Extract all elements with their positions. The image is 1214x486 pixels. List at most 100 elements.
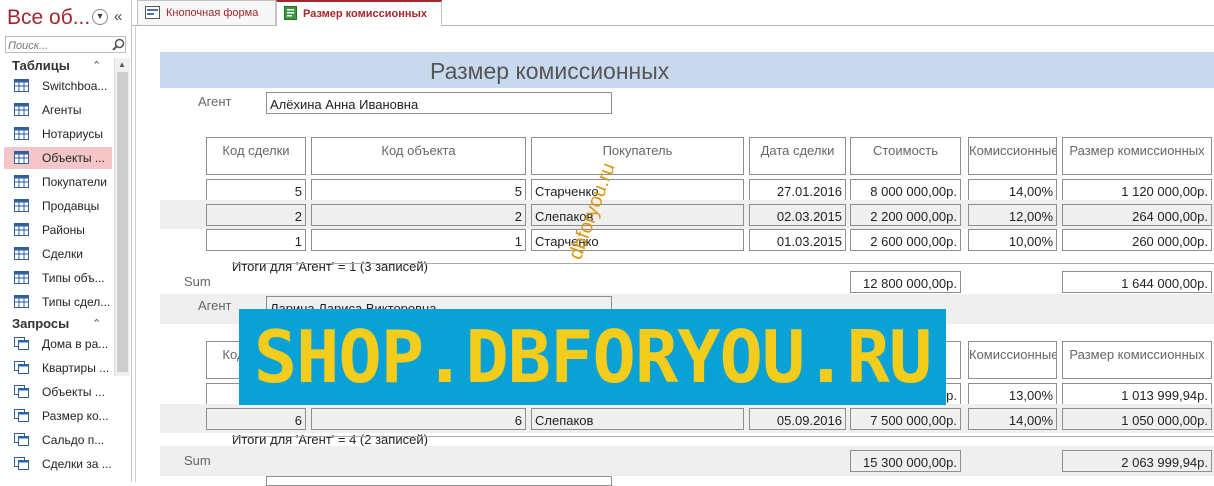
table-cell: Слепаков: [531, 408, 744, 430]
table-cell: 6: [311, 408, 526, 430]
search-input[interactable]: [6, 38, 108, 54]
document-tab-bar: Кнопочная форма Размер комиссионных: [132, 0, 1214, 26]
nav-item-label: Покупатели: [42, 175, 107, 189]
nav-item-label: Квартиры ...: [42, 361, 110, 375]
tab-switchboard-form[interactable]: Кнопочная форма: [137, 0, 276, 25]
nav-item[interactable]: Объекты ...: [4, 381, 112, 403]
nav-item[interactable]: Районы: [4, 219, 112, 241]
search-icon[interactable]: [112, 38, 125, 51]
table-icon: [14, 223, 29, 236]
sum-label: Sum: [184, 453, 211, 468]
nav-item[interactable]: Сальдо п...: [4, 429, 112, 451]
table-icon: [14, 175, 29, 188]
form-icon: [145, 6, 160, 19]
document-frame-edge: [135, 25, 136, 482]
nav-scrollbar[interactable]: ▲: [114, 58, 130, 376]
sum-band: [160, 446, 1214, 476]
nav-item[interactable]: Размер ко...: [4, 405, 112, 427]
nav-item[interactable]: Объекты ...: [4, 147, 112, 169]
table-cell: 8 000 000,00р.: [850, 179, 961, 201]
nav-pane-title[interactable]: Все об...: [7, 6, 90, 30]
sum-commission-field: 2 063 999,94р.: [1062, 450, 1212, 472]
table-cell: 1 013 999,94р.: [1062, 383, 1212, 405]
nav-item[interactable]: Дома в ра...: [4, 333, 112, 355]
table-cell: 14,00%: [968, 179, 1057, 201]
nav-menu-dropdown-icon[interactable]: ▼: [92, 9, 108, 25]
nav-item-label: Объекты ...: [42, 385, 105, 399]
table-icon: [14, 127, 29, 140]
query-icon: [14, 337, 29, 350]
agent-name-field-partial: [266, 476, 612, 486]
table-cell: 2: [206, 204, 306, 226]
table-cell: 2 600 000,00р.: [850, 229, 961, 251]
nav-item[interactable]: Сделки: [4, 243, 112, 265]
nav-section-header[interactable]: Запросы: [12, 316, 69, 331]
table-cell: 1 120 000,00р.: [1062, 179, 1212, 201]
collapse-chevron-icon[interactable]: ⌃: [92, 59, 101, 72]
sum-label: Sum: [184, 274, 211, 289]
table-cell: 14,00%: [968, 408, 1057, 430]
table-cell: 1: [206, 229, 306, 251]
table-cell: 7 500 000,00р.: [850, 408, 961, 430]
nav-item[interactable]: Switchboa...: [4, 75, 112, 97]
nav-search-box: [5, 36, 126, 54]
table-cell: 260 000,00р.: [1062, 229, 1212, 251]
table-cell: Старченко: [531, 179, 744, 201]
sum-commission-field: 1 644 000,00р.: [1062, 271, 1212, 293]
nav-item-label: Дома в ра...: [42, 337, 109, 351]
nav-item-label: Размер ко...: [42, 409, 109, 423]
nav-item-label: Агенты: [42, 103, 82, 117]
table-cell: 1: [311, 229, 526, 251]
table-cell: 5: [311, 179, 526, 201]
table-cell: 12,00%: [968, 204, 1057, 226]
scroll-thumb[interactable]: [117, 72, 128, 372]
table-cell: 10,00%: [968, 229, 1057, 251]
nav-item[interactable]: Агенты: [4, 99, 112, 121]
agent-label: Агент: [198, 94, 232, 109]
table-cell: Слепаков: [531, 204, 744, 226]
nav-item[interactable]: Продавцы: [4, 195, 112, 217]
sum-cost-field: 12 800 000,00р.: [850, 271, 961, 293]
nav-section-header[interactable]: Таблицы: [12, 58, 70, 73]
scroll-up-icon[interactable]: ▲: [118, 60, 126, 69]
table-cell: 5: [206, 179, 306, 201]
column-header: Стоимость: [850, 137, 961, 175]
watermark-banner: SHOP.DBFORYOU.RU: [239, 309, 946, 405]
table-icon: [14, 295, 29, 308]
nav-item-label: Сальдо п...: [42, 433, 105, 447]
table-cell: 01.03.2015: [749, 229, 846, 251]
nav-item[interactable]: Квартиры ...: [4, 357, 112, 379]
report-header: Размер комиссионных: [160, 52, 1214, 88]
table-icon: [14, 79, 29, 92]
collapse-pane-icon[interactable]: «: [114, 8, 122, 25]
table-icon: [14, 151, 29, 164]
table-cell: 13,00%: [968, 383, 1057, 405]
query-icon: [14, 433, 29, 446]
column-header: Покупатель: [531, 137, 744, 175]
nav-item[interactable]: Сделки за ...: [4, 453, 112, 475]
nav-item[interactable]: Типы сдел...: [4, 291, 112, 313]
nav-item-label: Нотариусы: [42, 127, 103, 141]
table-cell: 02.03.2015: [749, 204, 846, 226]
nav-item[interactable]: Типы объ...: [4, 267, 112, 289]
collapse-chevron-icon[interactable]: ⌃: [92, 317, 101, 330]
table-icon: [14, 199, 29, 212]
column-header: Размер комиссионных: [1062, 137, 1212, 175]
nav-item[interactable]: Нотариусы: [4, 123, 112, 145]
group-divider: [232, 436, 1214, 437]
table-cell: 05.09.2016: [749, 408, 846, 430]
sum-cost-field: 15 300 000,00р.: [850, 450, 961, 472]
column-header: Код объекта: [311, 137, 526, 175]
watermark-banner-text: SHOP.DBFORYOU.RU: [253, 315, 933, 399]
table-cell: 6: [206, 408, 306, 430]
nav-item[interactable]: Покупатели: [4, 171, 112, 193]
table-icon: [14, 103, 29, 116]
report-page: Размер комиссионных Агент Алёхина Анна И…: [160, 52, 1214, 486]
nav-item-label: Объекты ...: [42, 151, 105, 165]
tab-commission-report[interactable]: Размер комиссионных: [276, 0, 442, 26]
query-icon: [14, 361, 29, 374]
column-header: Дата сделки: [749, 137, 846, 175]
navigation-pane: Все об... ▼ « ▲ Таблицы ⌃ Switchboa... Аген…: [0, 0, 132, 482]
query-icon: [14, 409, 29, 422]
nav-item-label: Продавцы: [42, 199, 100, 213]
